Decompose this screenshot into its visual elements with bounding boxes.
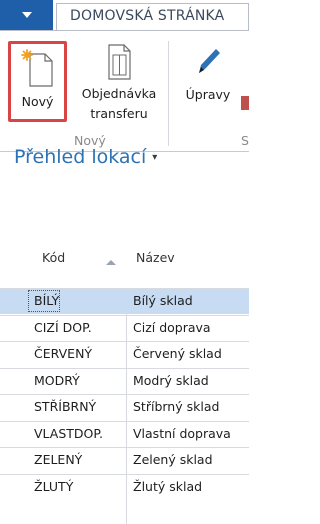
cell-code[interactable]: CIZÍ DOP. xyxy=(34,320,92,335)
table-row[interactable]: ČERVENÝ Červený sklad xyxy=(0,341,249,367)
ribbon-group-cut-label: S xyxy=(241,133,249,148)
edit-button[interactable]: Úpravy xyxy=(178,43,249,110)
table-row[interactable]: ŽLUTÝ Žlutý sklad xyxy=(0,474,249,500)
transfer-order-icon xyxy=(108,44,131,80)
chevron-down-icon[interactable]: ▾ xyxy=(152,152,157,163)
table-row[interactable]: CIZÍ DOP. Cizí doprava xyxy=(0,315,249,341)
ribbon-tab-row: DOMOVSKÁ STRÁNKA xyxy=(0,0,249,30)
column-header-code[interactable]: Kód xyxy=(42,250,65,265)
table-row[interactable]: MODRÝ Modrý sklad xyxy=(0,368,249,394)
sort-ascending-icon xyxy=(106,260,116,265)
cell-name[interactable]: Zelený sklad xyxy=(133,452,213,467)
column-header-name[interactable]: Název xyxy=(136,250,175,265)
cell-code[interactable]: ZELENÝ xyxy=(34,452,82,467)
table-header: Kód Název xyxy=(0,240,249,280)
cell-name[interactable]: Stříbrný sklad xyxy=(133,399,219,414)
new-button-label: Nový xyxy=(21,94,54,109)
focus-outline xyxy=(28,290,60,312)
cell-name[interactable]: Žlutý sklad xyxy=(133,479,202,494)
page-title-text: Přehled lokací xyxy=(14,146,147,168)
row-divider xyxy=(0,314,249,316)
ribbon-group-separator xyxy=(168,41,169,146)
transfer-order-button[interactable]: Objednávka transferu xyxy=(74,43,164,121)
cell-code[interactable]: STŘÍBRNÝ xyxy=(34,399,96,414)
cell-code[interactable]: VLASTDOP. xyxy=(34,426,103,441)
new-button[interactable]: Nový xyxy=(8,41,67,122)
new-document-icon xyxy=(20,49,53,87)
cell-name[interactable]: Cizí doprava xyxy=(133,320,211,335)
row-divider xyxy=(0,367,249,369)
table-row[interactable]: BÍLÝ Bílý sklad xyxy=(0,288,249,314)
table-row[interactable]: STŘÍBRNÝ Stříbrný sklad xyxy=(0,394,249,420)
pencil-icon xyxy=(199,49,220,73)
file-menu-button[interactable] xyxy=(0,0,53,30)
row-divider xyxy=(0,288,249,289)
cell-code[interactable]: MODRÝ xyxy=(34,373,80,388)
cell-name[interactable]: Modrý sklad xyxy=(133,373,209,388)
edit-button-label: Úpravy xyxy=(185,87,231,102)
page-title[interactable]: Přehled lokací ▾ xyxy=(14,146,157,168)
cell-code[interactable]: ČERVENÝ xyxy=(34,346,92,361)
truncated-button-edge xyxy=(241,96,249,110)
tab-home[interactable]: DOMOVSKÁ STRÁNKA xyxy=(56,3,249,30)
row-divider xyxy=(0,420,249,422)
row-divider xyxy=(0,394,249,395)
file-menu-icon xyxy=(21,12,32,18)
row-divider xyxy=(0,341,249,342)
table-row[interactable]: VLASTDOP. Vlastní doprava xyxy=(0,421,249,447)
transfer-order-label-line1: Objednávka xyxy=(81,86,157,101)
table-row[interactable]: ZELENÝ Zelený sklad xyxy=(0,447,249,473)
cell-code[interactable]: ŽLUTÝ xyxy=(34,479,73,494)
cell-name[interactable]: Vlastní doprava xyxy=(133,426,231,441)
row-divider xyxy=(0,473,249,475)
transfer-order-label-line2: transferu xyxy=(90,106,148,121)
tab-home-label: DOMOVSKÁ STRÁNKA xyxy=(70,8,225,24)
cell-name[interactable]: Bílý sklad xyxy=(133,293,193,308)
row-divider xyxy=(0,447,249,448)
ribbon: Nový Objednávka transferu Úpravy Nový S xyxy=(0,30,249,152)
cell-name[interactable]: Červený sklad xyxy=(133,346,222,361)
